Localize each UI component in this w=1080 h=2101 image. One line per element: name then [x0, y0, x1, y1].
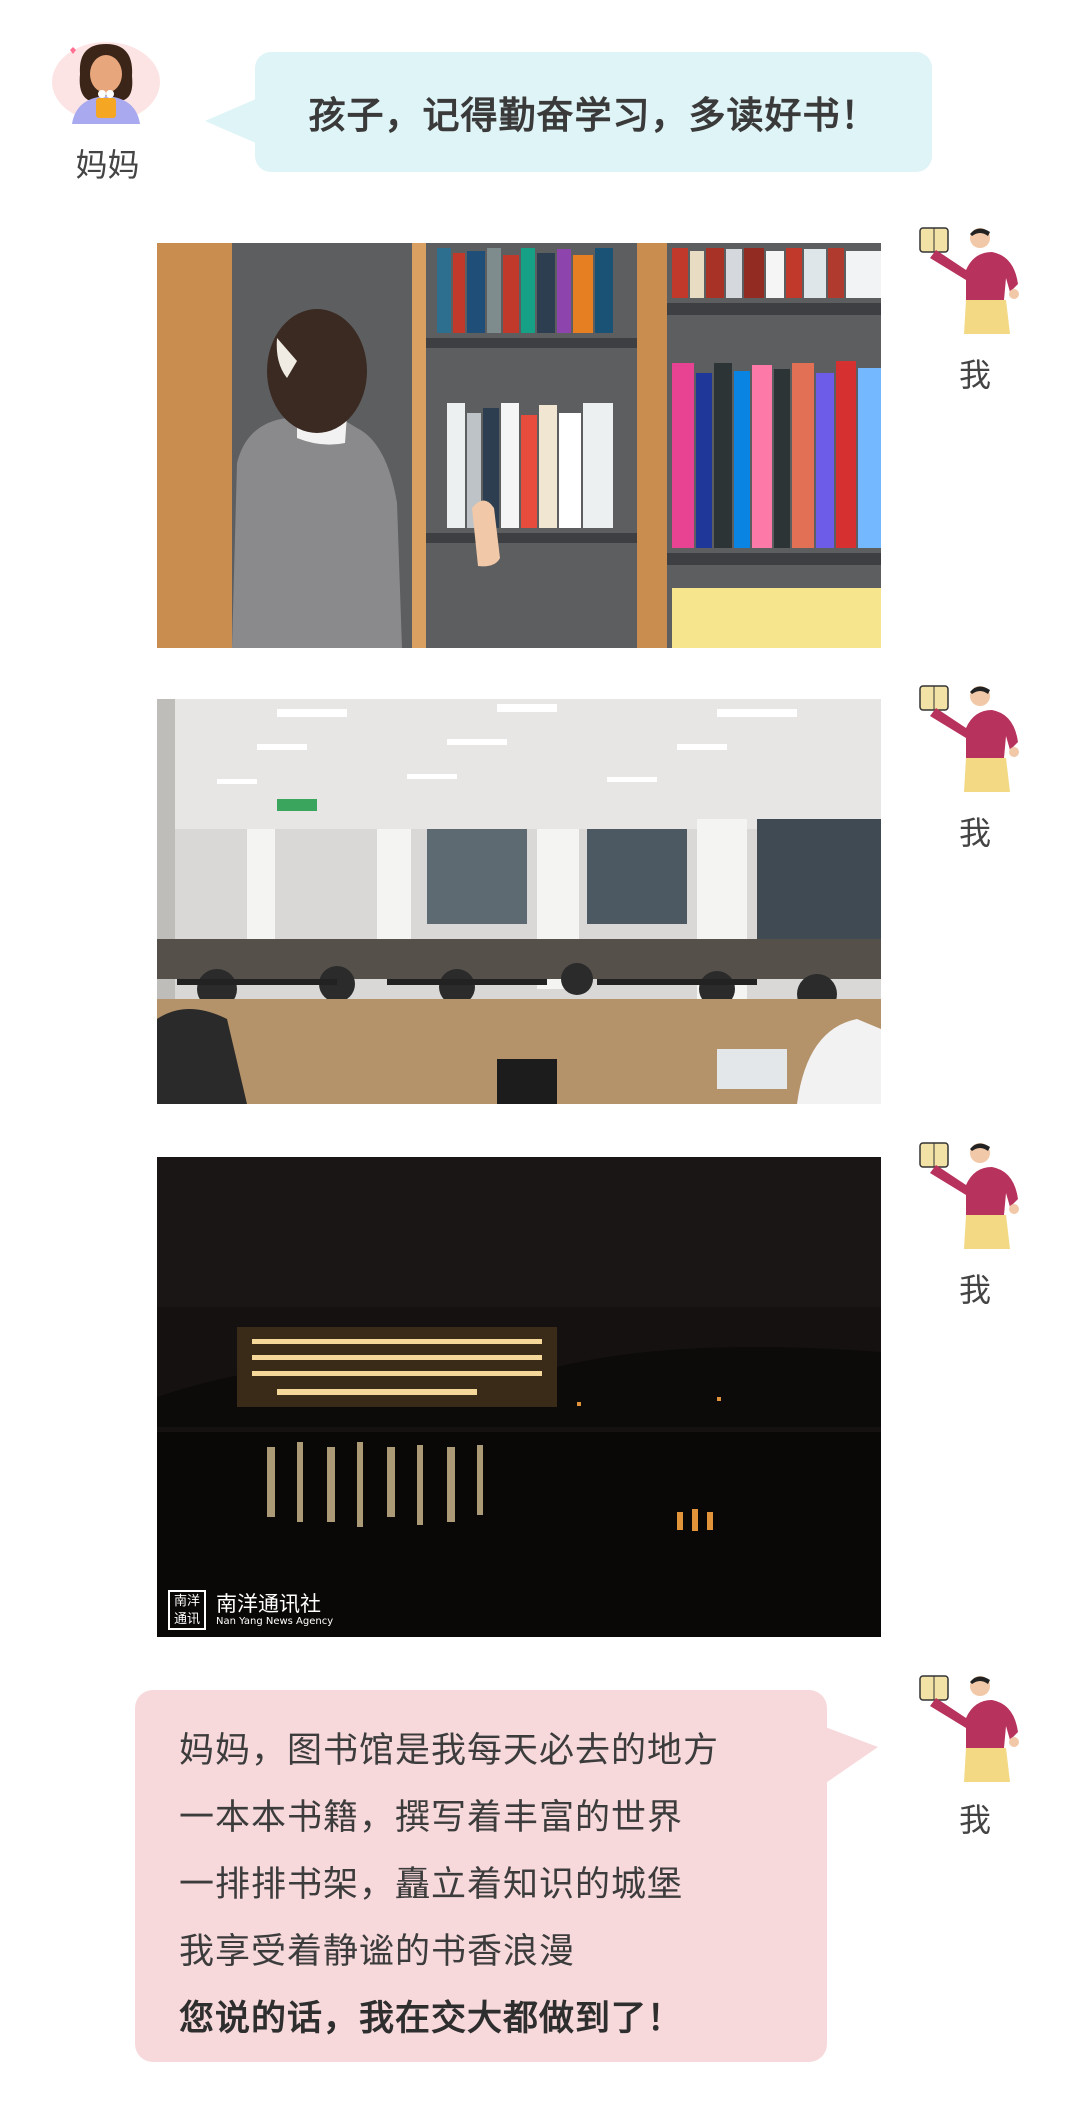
watermark-name-cn: 南洋通讯社 [216, 1592, 321, 1616]
me-message-line: 一本本书籍，撰写着丰富的世界 [179, 1798, 684, 1838]
me-avatar [918, 680, 1030, 792]
watermark-seal: 南洋通讯 [168, 1590, 206, 1630]
me-message-bubble: 妈妈，图书馆是我每天必去的地方 一本本书籍，撰写着丰富的世界 一排排书架，矗立着… [135, 1690, 827, 2062]
mom-name: 妈妈 [75, 146, 140, 184]
mom-avatar [50, 34, 162, 124]
reading-room-photo [157, 699, 881, 1104]
me-name: 我 [958, 1271, 991, 1309]
me-message-line-bold: 您说的话，我在交大都做到了！ [179, 1999, 684, 2039]
me-name: 我 [958, 356, 991, 394]
me-message-line: 一排排书架，矗立着知识的城堡 [179, 1865, 684, 1905]
me-avatar [918, 1670, 1030, 1782]
me-name: 我 [958, 814, 991, 852]
mom-message-bubble: 孩子，记得勤奋学习，多读好书！ [255, 52, 932, 172]
me-bubble-tail [820, 1725, 878, 1787]
me-name: 我 [958, 1801, 991, 1839]
watermark-name-en: Nan Yang News Agency [216, 1616, 334, 1627]
me-avatar [918, 1137, 1030, 1249]
me-avatar [918, 222, 1030, 334]
watermark: 南洋通讯 南洋通讯社 Nan Yang News Agency [168, 1590, 333, 1630]
me-message-line: 妈妈，图书馆是我每天必去的地方 [179, 1731, 720, 1771]
library-at-night-photo [157, 1157, 881, 1637]
bookshelf-photo [157, 243, 881, 648]
me-message-line: 我享受着静谧的书香浪漫 [179, 1932, 576, 1972]
